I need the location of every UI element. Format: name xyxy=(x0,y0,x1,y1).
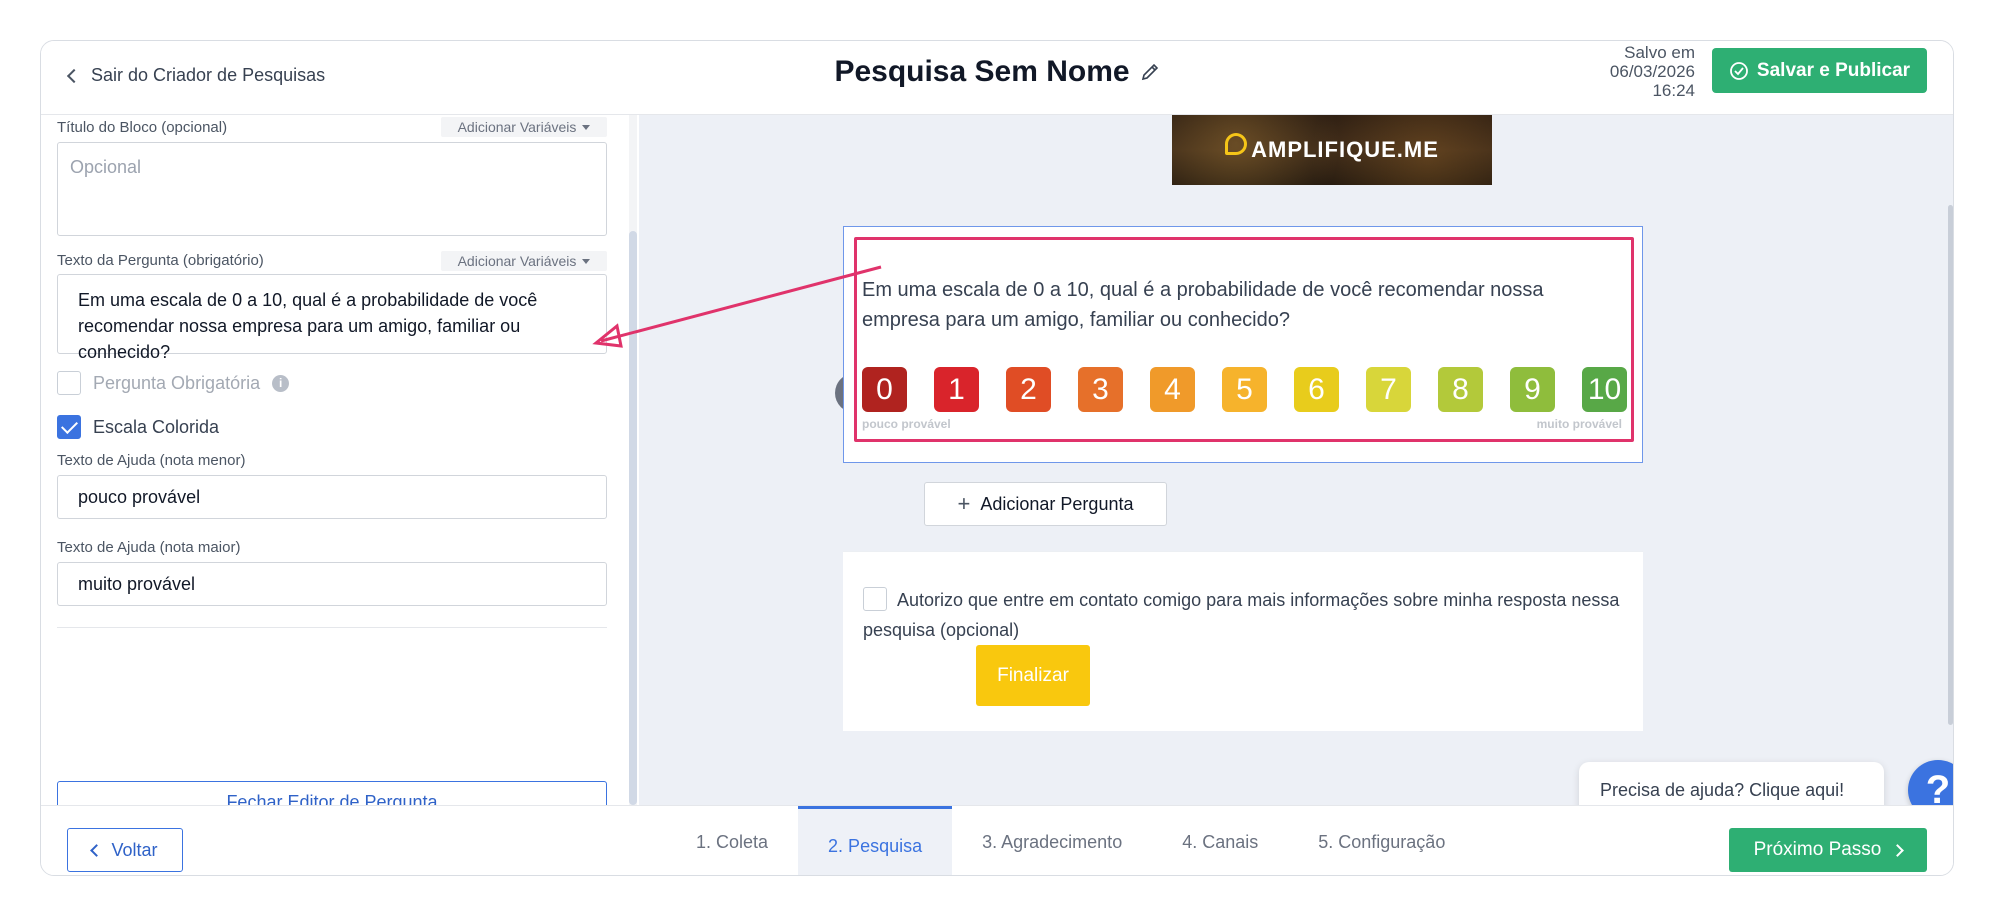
colored-scale-label: Escala Colorida xyxy=(93,416,220,437)
colored-scale-checkbox[interactable] xyxy=(57,415,81,439)
help-low-value: pouco provável xyxy=(78,486,201,507)
help-high-input[interactable]: muito provável xyxy=(57,562,607,606)
footer-nav: Voltar 1. Coleta 2. Pesquisa 3. Agradecime… xyxy=(41,805,1953,875)
scale-high-label: muito provável xyxy=(1536,417,1622,431)
nps-score-7[interactable]: 7 xyxy=(1366,367,1411,412)
nps-score-5[interactable]: 5 xyxy=(1222,367,1267,412)
add-variables-label-1: Adicionar Variáveis xyxy=(457,119,577,135)
colored-scale-option[interactable]: Escala Colorida xyxy=(57,415,219,439)
check-circle-icon xyxy=(1730,61,1748,80)
help-low-input[interactable]: pouco provável xyxy=(57,475,607,519)
consent-text: Autorizo que entre em contato comigo par… xyxy=(863,590,1620,640)
divider xyxy=(57,627,607,628)
saved-status: Salvo em 06/03/2026 16:24 xyxy=(1610,43,1695,100)
saved-line-1: Salvo em xyxy=(1624,43,1695,62)
add-variables-label-2: Adicionar Variáveis xyxy=(457,253,577,269)
step-tab-1[interactable]: 1. Coleta xyxy=(666,806,798,875)
consent-option[interactable]: Autorizo que entre em contato comigo par… xyxy=(863,585,1623,645)
saved-time: 16:24 xyxy=(1652,81,1695,100)
add-variables-button-1[interactable]: Adicionar Variáveis xyxy=(441,117,607,137)
survey-builder-window: Sair do Criador de Pesquisas Pesquisa Se… xyxy=(40,40,1954,876)
plus-icon: + xyxy=(957,491,971,516)
next-step-button[interactable]: Próximo Passo xyxy=(1729,828,1927,872)
survey-title-text: Pesquisa Sem Nome xyxy=(834,55,1130,88)
nps-score-4[interactable]: 4 xyxy=(1150,367,1195,412)
block-title-textarea[interactable]: Opcional xyxy=(57,142,607,236)
finish-button[interactable]: Finalizar xyxy=(976,645,1090,706)
block-title-placeholder: Opcional xyxy=(70,157,142,177)
nps-score-10[interactable]: 10 xyxy=(1582,367,1627,412)
nps-score-1[interactable]: 1 xyxy=(934,367,979,412)
help-low-label: Texto de Ajuda (nota menor) xyxy=(57,452,246,469)
add-question-label: Adicionar Pergunta xyxy=(980,493,1134,514)
caret-down-icon xyxy=(582,124,591,130)
step-tab-2[interactable]: 2. Pesquisa xyxy=(798,806,953,875)
save-publish-label: Salvar e Publicar xyxy=(1756,59,1911,81)
nps-score-6[interactable]: 6 xyxy=(1294,367,1339,412)
step-tab-3[interactable]: 3. Agradecimento xyxy=(952,806,1152,875)
next-step-label: Próximo Passo xyxy=(1753,839,1882,860)
back-label: Voltar xyxy=(111,839,158,860)
survey-preview: AMPLIFIQUE.ME 1 Em uma escala de 0 a 10,… xyxy=(639,115,1953,820)
nps-score-0[interactable]: 0 xyxy=(862,367,907,412)
consent-checkbox[interactable] xyxy=(863,587,887,611)
finish-label: Finalizar xyxy=(997,664,1069,686)
question-text-label: Texto da Pergunta (obrigatório) xyxy=(57,252,264,269)
nps-scale: 0 1 2 3 4 5 6 7 8 9 10 xyxy=(862,367,1627,412)
survey-title[interactable]: Pesquisa Sem Nome xyxy=(834,55,1159,89)
caret-down-icon xyxy=(582,258,591,264)
question-card[interactable]: Em uma escala de 0 a 10, qual é a probab… xyxy=(843,226,1643,463)
question-text: Em uma escala de 0 a 10, qual é a probab… xyxy=(862,279,1544,331)
add-question-button[interactable]: + Adicionar Pergunta xyxy=(924,482,1167,526)
left-scrollbar-thumb[interactable] xyxy=(629,231,637,805)
wizard-steps: 1. Coleta 2. Pesquisa 3. Agradecimento 4. C… xyxy=(666,806,1475,875)
question-text-value: Em uma escala de 0 a 10, qual é a probab… xyxy=(78,290,538,362)
step-tab-5[interactable]: 5. Configuração xyxy=(1288,806,1475,875)
preview-scrollbar[interactable] xyxy=(1948,205,1953,725)
nps-score-3[interactable]: 3 xyxy=(1078,367,1123,412)
help-high-value: muito provável xyxy=(78,573,196,594)
nps-score-2[interactable]: 2 xyxy=(1006,367,1051,412)
chevron-left-icon xyxy=(90,843,104,857)
chevron-right-icon xyxy=(1891,843,1905,857)
consent-card: Autorizo que entre em contato comigo par… xyxy=(843,551,1643,731)
required-checkbox[interactable] xyxy=(57,371,81,395)
nps-score-9[interactable]: 9 xyxy=(1510,367,1555,412)
info-icon[interactable]: i xyxy=(272,374,290,392)
nps-score-8[interactable]: 8 xyxy=(1438,367,1483,412)
saved-date: 06/03/2026 xyxy=(1609,62,1695,81)
pencil-icon[interactable] xyxy=(1140,62,1160,82)
help-high-label: Texto de Ajuda (nota maior) xyxy=(57,539,241,556)
logo-text: AMPLIFIQUE.ME xyxy=(1251,137,1439,162)
step-tab-4[interactable]: 4. Canais xyxy=(1152,806,1288,875)
required-label: Pergunta Obrigatória xyxy=(93,372,261,393)
scale-low-label: pouco provável xyxy=(862,417,951,431)
logo-mark-icon xyxy=(1225,133,1248,155)
block-title-label: Título do Bloco (opcional) xyxy=(57,119,228,136)
help-text: Precisa de ajuda? Clique aqui! xyxy=(1600,779,1845,800)
question-editor-panel: Título do Bloco (opcional) Adicionar Var… xyxy=(41,115,639,824)
brand-logo: AMPLIFIQUE.ME xyxy=(1172,115,1492,185)
save-publish-button[interactable]: Salvar e Publicar xyxy=(1712,48,1927,93)
question-text-textarea[interactable]: Em uma escala de 0 a 10, qual é a probab… xyxy=(57,274,607,362)
top-bar: Sair do Criador de Pesquisas Pesquisa Se… xyxy=(41,41,1953,115)
required-option[interactable]: Pergunta Obrigatória i xyxy=(57,371,290,395)
add-variables-button-2[interactable]: Adicionar Variáveis xyxy=(441,251,607,271)
back-button[interactable]: Voltar xyxy=(67,828,183,872)
